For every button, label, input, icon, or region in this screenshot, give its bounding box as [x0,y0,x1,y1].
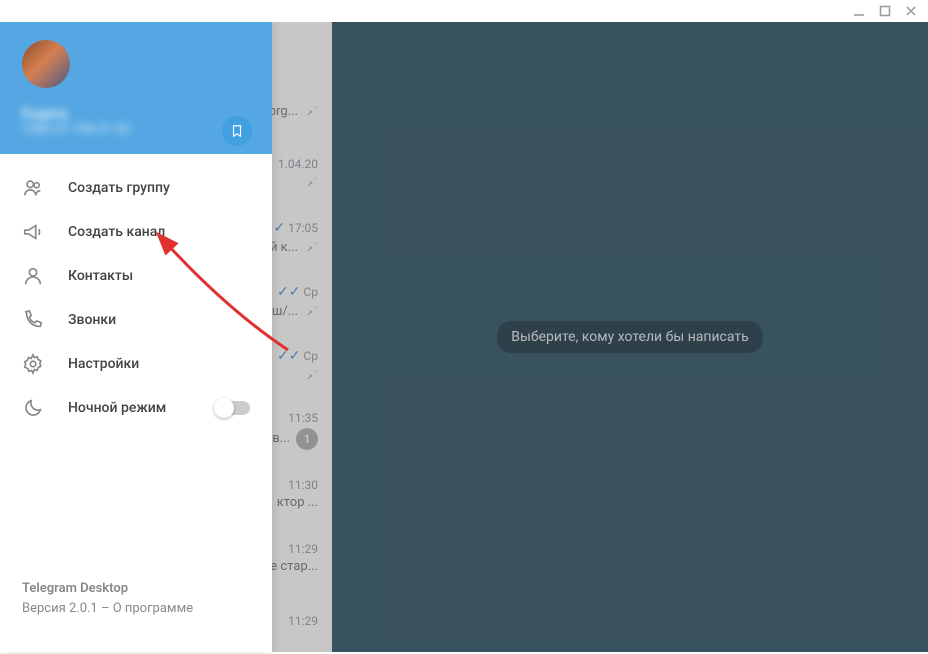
user-name: Eugeny [22,106,250,122]
phone-icon [22,309,44,331]
moon-icon [22,397,44,419]
user-phone: +380 67 744 21 42 [22,122,250,137]
menu-items: Создать группу Создать канал Контакты [0,154,272,565]
menu-item-label: Создать канал [68,224,165,240]
person-icon [22,265,44,287]
menu-item-label: Настройки [68,356,139,372]
menu-item-label: Звонки [68,312,116,328]
menu-item-calls[interactable]: Звонки [0,298,272,342]
gear-icon [22,353,44,375]
menu-item-new-group[interactable]: Создать группу [0,166,272,210]
menu-item-label: Контакты [68,268,133,284]
user-avatar[interactable] [22,40,70,88]
app-version[interactable]: Версия 2.0.1 – О программе [22,599,250,619]
group-icon [22,177,44,199]
menu-footer: Telegram Desktop Версия 2.0.1 – О програ… [0,565,272,652]
night-mode-toggle[interactable] [216,401,250,415]
minimize-button[interactable] [852,4,866,18]
menu-item-new-channel[interactable]: Создать канал [0,210,272,254]
maximize-button[interactable] [878,4,892,18]
side-menu: Eugeny +380 67 744 21 42 Создать группу [0,22,272,652]
menu-item-settings[interactable]: Настройки [0,342,272,386]
saved-messages-button[interactable] [222,116,252,146]
menu-item-label: Создать группу [68,180,170,196]
app-name: Telegram Desktop [22,579,250,599]
megaphone-icon [22,221,44,243]
bookmark-icon [230,124,244,138]
close-button[interactable] [904,4,918,18]
menu-item-label: Ночной режим [68,400,166,416]
menu-header: Eugeny +380 67 744 21 42 [0,22,272,154]
menu-item-contacts[interactable]: Контакты [0,254,272,298]
window-titlebar [0,0,928,22]
menu-item-night-mode[interactable]: Ночной режим [0,386,272,430]
